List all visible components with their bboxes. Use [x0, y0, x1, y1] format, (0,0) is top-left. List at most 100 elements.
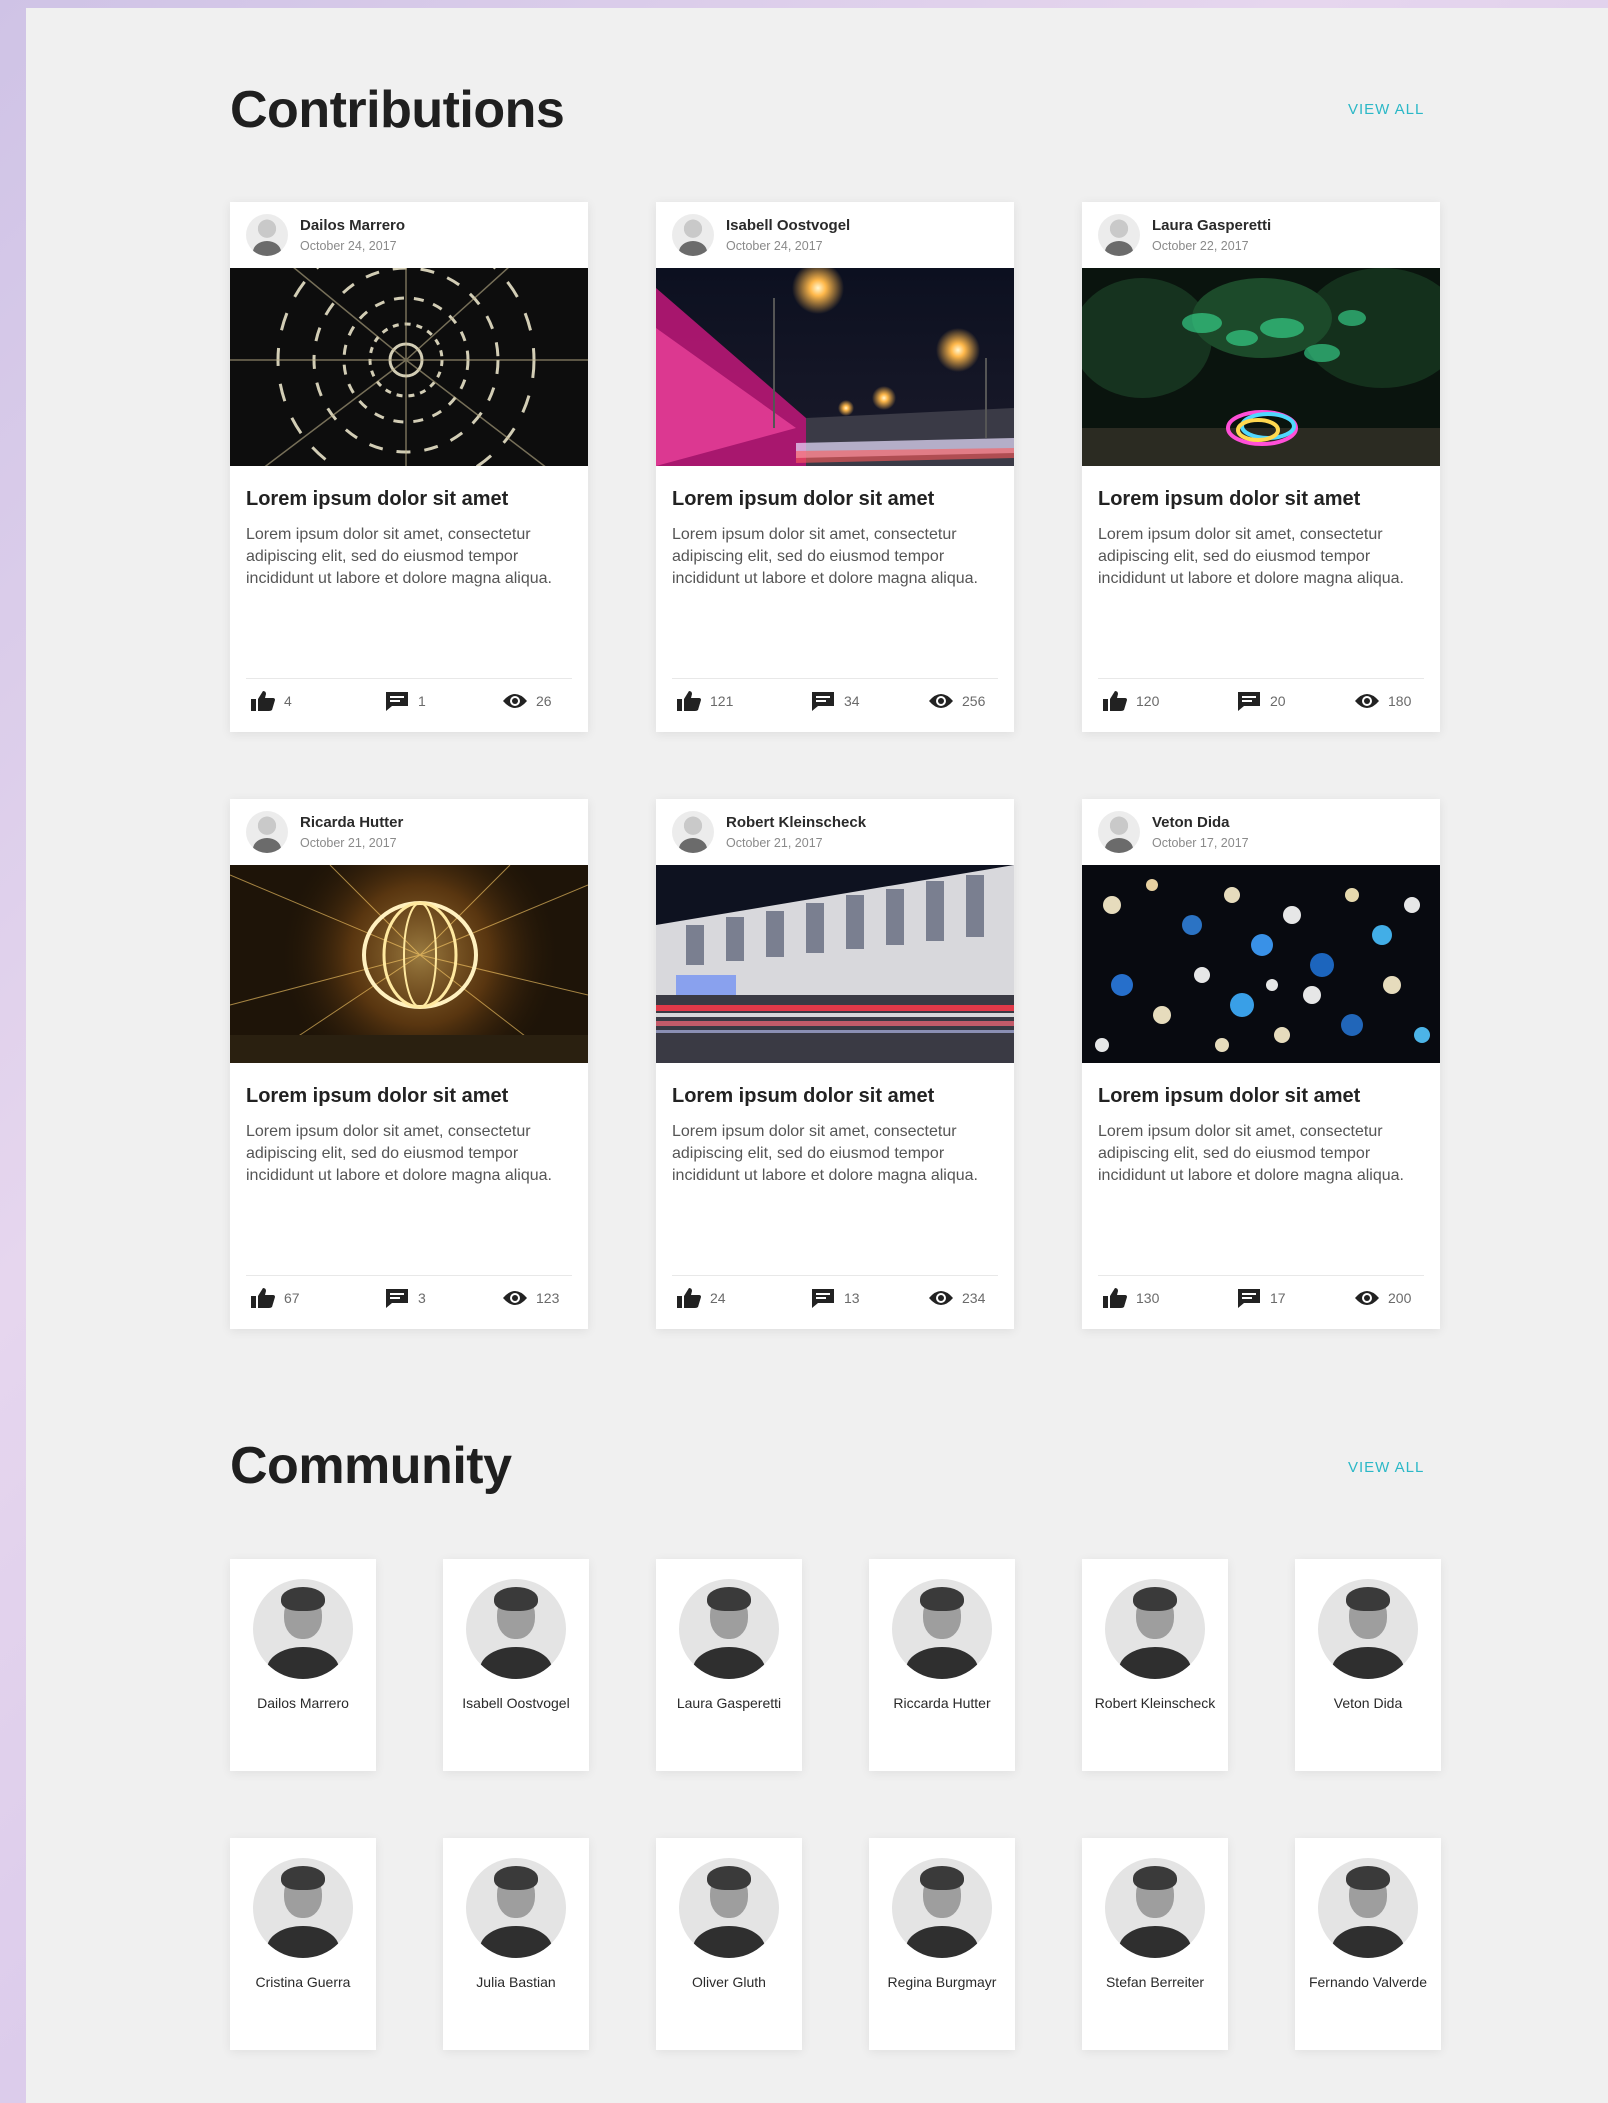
card-author[interactable]: Veton Dida: [1152, 814, 1230, 831]
divider: [1098, 1275, 1424, 1276]
member-card[interactable]: Isabell Oostvogel: [443, 1559, 589, 1771]
like-button[interactable]: 4: [250, 690, 292, 712]
avatar[interactable]: [1098, 811, 1140, 853]
like-button[interactable]: 120: [1102, 690, 1159, 712]
comment-icon: [386, 692, 408, 711]
card-title[interactable]: Lorem ipsum dolor sit amet: [1098, 1085, 1360, 1108]
like-count: 24: [710, 1290, 726, 1306]
card-image[interactable]: [230, 865, 588, 1063]
card-title[interactable]: Lorem ipsum dolor sit amet: [246, 1085, 508, 1108]
member-name: Laura Gasperetti: [676, 1695, 782, 1711]
member-name: Fernando Valverde: [1308, 1974, 1428, 1990]
comment-count: 17: [1270, 1290, 1286, 1306]
card-image[interactable]: [1082, 268, 1440, 466]
avatar: [679, 1579, 779, 1679]
avatar[interactable]: [672, 811, 714, 853]
like-button[interactable]: 24: [676, 1287, 726, 1309]
views-indicator: 256: [928, 690, 985, 712]
avatar[interactable]: [246, 214, 288, 256]
card-image[interactable]: [230, 268, 588, 466]
community-view-all-link[interactable]: VIEW ALL: [1348, 1459, 1424, 1476]
view-count: 180: [1388, 693, 1412, 709]
card-title[interactable]: Lorem ipsum dolor sit amet: [1098, 488, 1360, 511]
card-author[interactable]: Ricarda Hutter: [300, 814, 403, 831]
like-button[interactable]: 130: [1102, 1287, 1159, 1309]
avatar: [466, 1579, 566, 1679]
contribution-card[interactable]: Laura Gasperetti October 22, 2017 Lorem …: [1082, 202, 1440, 732]
views-indicator: 26: [502, 690, 552, 712]
avatar[interactable]: [1098, 214, 1140, 256]
member-card[interactable]: Robert Kleinscheck: [1082, 1559, 1228, 1771]
page: Contributions VIEW ALL Dailos Marrero Oc…: [26, 8, 1608, 2103]
card-author[interactable]: Laura Gasperetti: [1152, 217, 1271, 234]
comment-button[interactable]: 20: [1236, 690, 1286, 712]
eye-icon: [503, 694, 527, 708]
contribution-card[interactable]: Veton Dida October 17, 2017 Lorem ipsum …: [1082, 799, 1440, 1329]
like-button[interactable]: 121: [676, 690, 733, 712]
avatar: [1318, 1858, 1418, 1958]
member-card[interactable]: Laura Gasperetti: [656, 1559, 802, 1771]
eye-icon: [929, 694, 953, 708]
contribution-card[interactable]: Dailos Marrero October 24, 2017 Lorem ip…: [230, 202, 588, 732]
card-image[interactable]: [1082, 865, 1440, 1063]
views-indicator: 234: [928, 1287, 985, 1309]
card-title[interactable]: Lorem ipsum dolor sit amet: [672, 1085, 934, 1108]
like-button[interactable]: 67: [250, 1287, 300, 1309]
contributions-title: Contributions: [230, 81, 565, 139]
contribution-card[interactable]: Isabell Oostvogel October 24, 2017 Lorem…: [656, 202, 1014, 732]
eye-icon: [1355, 1291, 1379, 1305]
avatar: [892, 1858, 992, 1958]
comment-count: 1: [418, 693, 426, 709]
member-card[interactable]: Julia Bastian: [443, 1838, 589, 2050]
contribution-card[interactable]: Ricarda Hutter October 21, 2017 Lorem ip…: [230, 799, 588, 1329]
member-card[interactable]: Stefan Berreiter: [1082, 1838, 1228, 2050]
card-title[interactable]: Lorem ipsum dolor sit amet: [672, 488, 934, 511]
views-indicator: 123: [502, 1287, 559, 1309]
contributions-view-all-link[interactable]: VIEW ALL: [1348, 101, 1424, 118]
card-image[interactable]: [656, 865, 1014, 1063]
card-text: Lorem ipsum dolor sit amet, consectetur …: [1098, 1123, 1404, 1184]
member-name: Veton Dida: [1333, 1695, 1403, 1711]
avatar: [253, 1579, 353, 1679]
member-card[interactable]: Riccarda Hutter: [869, 1559, 1015, 1771]
comment-button[interactable]: 34: [810, 690, 860, 712]
divider: [672, 678, 998, 679]
card-header: Laura Gasperetti October 22, 2017: [1082, 202, 1440, 268]
comment-button[interactable]: 3: [384, 1287, 426, 1309]
comment-count: 3: [418, 1290, 426, 1306]
member-card[interactable]: Fernando Valverde: [1295, 1838, 1441, 2050]
member-name: Regina Burgmayr: [887, 1974, 997, 1990]
comment-count: 13: [844, 1290, 860, 1306]
member-card[interactable]: Dailos Marrero: [230, 1559, 376, 1771]
member-name: Isabell Oostvogel: [462, 1695, 570, 1711]
view-count: 200: [1388, 1290, 1412, 1306]
view-count: 234: [962, 1290, 986, 1306]
comment-button[interactable]: 13: [810, 1287, 860, 1309]
comment-button[interactable]: 17: [1236, 1287, 1286, 1309]
member-card[interactable]: Veton Dida: [1295, 1559, 1441, 1771]
card-author[interactable]: Robert Kleinscheck: [726, 814, 866, 831]
card-header: Isabell Oostvogel October 24, 2017: [656, 202, 1014, 268]
like-count: 4: [284, 693, 292, 709]
comment-count: 34: [844, 693, 860, 709]
member-card[interactable]: Cristina Guerra: [230, 1838, 376, 2050]
member-card[interactable]: Regina Burgmayr: [869, 1838, 1015, 2050]
view-count: 256: [962, 693, 986, 709]
like-count: 130: [1136, 1290, 1160, 1306]
member-card[interactable]: Oliver Gluth: [656, 1838, 802, 2050]
card-date: October 21, 2017: [300, 836, 397, 850]
avatar[interactable]: [246, 811, 288, 853]
card-image[interactable]: [656, 268, 1014, 466]
card-date: October 21, 2017: [726, 836, 823, 850]
card-author[interactable]: Isabell Oostvogel: [726, 217, 850, 234]
card-date: October 24, 2017: [726, 239, 823, 253]
card-header: Dailos Marrero October 24, 2017: [230, 202, 588, 268]
comment-button[interactable]: 1: [384, 690, 426, 712]
card-header: Robert Kleinscheck October 21, 2017: [656, 799, 1014, 865]
member-name: Cristina Guerra: [255, 1974, 351, 1990]
member-name: Stefan Berreiter: [1105, 1974, 1205, 1990]
card-title[interactable]: Lorem ipsum dolor sit amet: [246, 488, 508, 511]
avatar[interactable]: [672, 214, 714, 256]
card-author[interactable]: Dailos Marrero: [300, 217, 405, 234]
contribution-card[interactable]: Robert Kleinscheck October 21, 2017 Lore…: [656, 799, 1014, 1329]
